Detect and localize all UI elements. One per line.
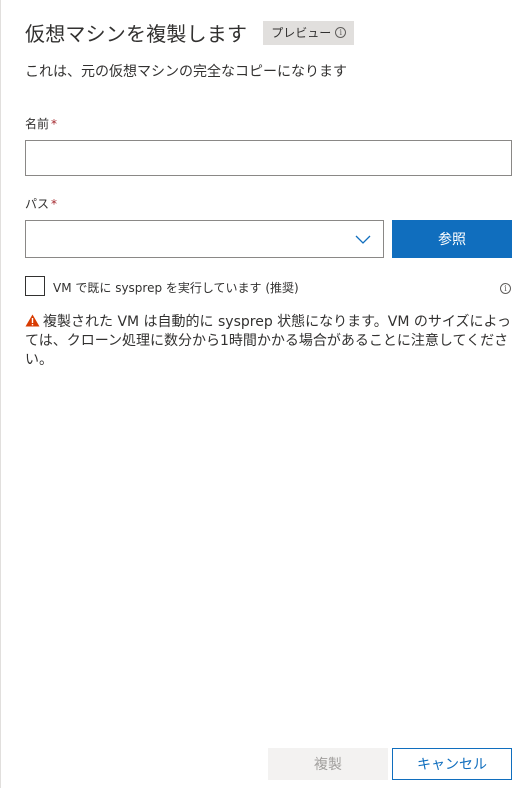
warning-message: 複製された VM は自動的に sysprep 状態になります。VM のサイズによ… [25, 313, 512, 370]
path-dropdown[interactable] [25, 220, 384, 258]
required-mark: * [51, 117, 58, 131]
sysprep-checkbox-label[interactable]: VM で既に sysprep を実行しています (推奨) [53, 279, 299, 296]
preview-badge: プレビュー i [263, 20, 355, 45]
cancel-button[interactable]: キャンセル [392, 748, 512, 780]
required-mark: * [51, 197, 58, 211]
preview-badge-label: プレビュー [271, 26, 332, 40]
sysprep-checkbox[interactable] [25, 276, 45, 296]
name-field-label: 名前 * [25, 115, 57, 132]
page-subtitle: これは、元の仮想マシンの完全なコピーになります [25, 64, 347, 80]
warning-icon [25, 314, 40, 327]
panel-left-border [0, 0, 1, 788]
path-field-label: パス * [25, 195, 57, 212]
info-icon[interactable]: i [335, 27, 347, 38]
name-input[interactable] [25, 140, 512, 176]
browse-button[interactable]: 参照 [392, 220, 512, 258]
warning-text: 複製された VM は自動的に sysprep 状態になります。VM のサイズによ… [25, 314, 512, 368]
info-icon[interactable]: i [500, 283, 511, 294]
panel-header: 仮想マシンを複製します プレビュー i [25, 18, 355, 47]
path-label-text: パス [25, 197, 50, 211]
page-title: 仮想マシンを複製します [25, 22, 248, 46]
clone-button[interactable]: 複製 [268, 748, 388, 780]
name-label-text: 名前 [25, 117, 50, 131]
chevron-down-icon [355, 235, 371, 244]
